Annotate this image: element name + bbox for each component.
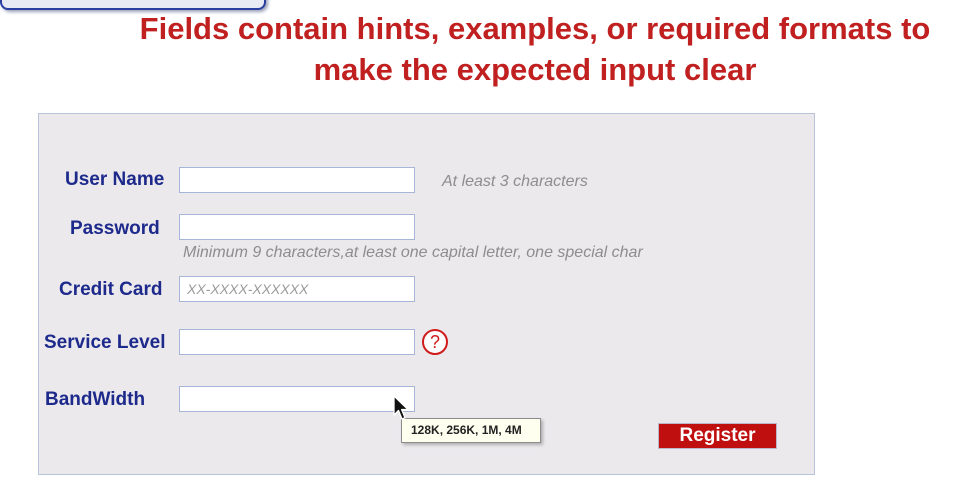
password-label: Password bbox=[70, 218, 160, 239]
password-hint: Minimum 9 characters,at least one capita… bbox=[183, 244, 643, 261]
headline-line-2: make the expected input clear bbox=[313, 52, 757, 87]
username-hint: At least 3 characters bbox=[442, 173, 588, 190]
username-label: User Name bbox=[65, 169, 165, 190]
service-level-input[interactable] bbox=[179, 329, 415, 355]
username-input[interactable] bbox=[179, 167, 415, 193]
bandwidth-label: BandWidth bbox=[45, 389, 146, 410]
bandwidth-input[interactable] bbox=[179, 386, 415, 412]
service-level-label: Service Level bbox=[44, 332, 166, 353]
help-icon[interactable]: ? bbox=[422, 329, 448, 355]
headline-line-1: Fields contain hints, examples, or requi… bbox=[139, 11, 931, 46]
page-headline: Fields contain hints, examples, or requi… bbox=[120, 8, 950, 90]
credit-card-input[interactable] bbox=[179, 276, 415, 302]
credit-card-label: Credit Card bbox=[59, 279, 163, 300]
mouse-cursor-icon bbox=[393, 395, 409, 420]
password-input[interactable] bbox=[179, 214, 415, 240]
bandwidth-tooltip: 128K, 256K, 1M, 4M bbox=[401, 418, 541, 443]
register-button[interactable]: Register bbox=[658, 423, 777, 449]
